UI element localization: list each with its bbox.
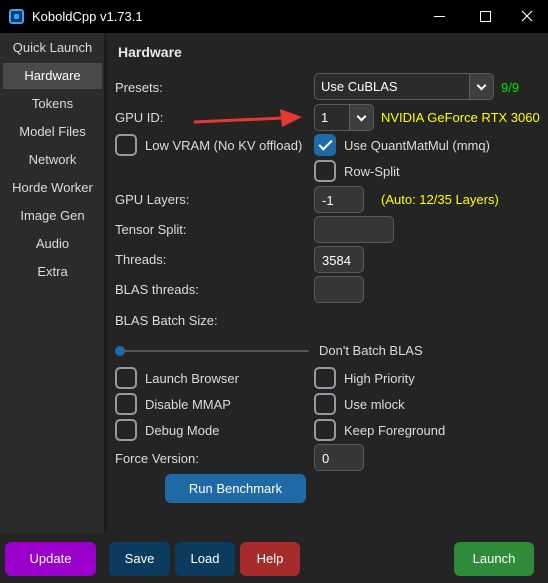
title-bar: KoboldCpp v1.73.1 [0, 0, 548, 33]
gpu-layers-value: -1 [322, 193, 334, 208]
maximize-icon [480, 11, 491, 22]
low-vram-checkbox[interactable] [115, 134, 137, 156]
save-button[interactable]: Save [109, 542, 170, 576]
sidebar-item-tokens[interactable]: Tokens [3, 91, 102, 117]
sidebar-item-quick-launch[interactable]: Quick Launch [3, 35, 102, 61]
low-vram-label: Low VRAM (No KV offload) [145, 138, 303, 153]
row-split-label: Row-Split [344, 164, 400, 179]
page-title: Hardware [118, 44, 182, 60]
sidebar-item-network[interactable]: Network [3, 147, 102, 173]
window-title: KoboldCpp v1.73.1 [32, 9, 143, 24]
use-mlock-label: Use mlock [344, 397, 405, 412]
keep-foreground-checkbox[interactable] [314, 419, 336, 441]
threads-value: 3584 [322, 253, 351, 268]
presets-count: 9/9 [501, 80, 520, 95]
sidebar-item-audio[interactable]: Audio [3, 231, 102, 257]
keep-foreground-label: Keep Foreground [344, 423, 446, 438]
checkmark-icon [318, 136, 333, 151]
gpu-layers-auto: (Auto: 12/35 Layers) [381, 192, 499, 207]
force-version-value: 0 [322, 451, 330, 466]
load-button[interactable]: Load [175, 542, 235, 576]
gpu-id-value: 1 [321, 110, 329, 125]
threads-input[interactable]: 3584 [314, 246, 364, 273]
chevron-down-icon [476, 80, 487, 91]
disable-mmap-checkbox[interactable] [115, 393, 137, 415]
close-button[interactable] [504, 0, 548, 33]
close-icon [521, 10, 533, 22]
blas-batch-value: Don't Batch BLAS [319, 343, 423, 358]
presets-dropdown[interactable]: Use CuBLAS [314, 73, 494, 100]
gpu-id-dropdown-button[interactable] [349, 105, 373, 130]
debug-mode-checkbox[interactable] [115, 419, 137, 441]
minimize-button[interactable] [417, 0, 463, 33]
run-benchmark-button[interactable]: Run Benchmark [165, 474, 306, 503]
gpu-name: NVIDIA GeForce RTX 3060 [381, 110, 540, 125]
use-mlock-checkbox[interactable] [314, 393, 336, 415]
blas-batch-slider-handle[interactable] [115, 346, 125, 356]
row-split-checkbox[interactable] [314, 160, 336, 182]
force-version-label: Force Version: [115, 451, 199, 466]
tensor-split-input[interactable] [314, 216, 394, 243]
quantmatmul-label: Use QuantMatMul (mmq) [344, 138, 490, 153]
chevron-down-icon [356, 111, 367, 122]
force-version-input[interactable]: 0 [314, 444, 364, 471]
blas-threads-input[interactable] [314, 276, 364, 303]
blas-threads-label: BLAS threads: [115, 282, 199, 297]
launch-button[interactable]: Launch [454, 542, 534, 576]
high-priority-label: High Priority [344, 371, 415, 386]
tensor-split-label: Tensor Split: [115, 222, 187, 237]
blas-batch-label: BLAS Batch Size: [115, 313, 218, 328]
launch-browser-checkbox[interactable] [115, 367, 137, 389]
disable-mmap-label: Disable MMAP [145, 397, 231, 412]
presets-value: Use CuBLAS [321, 79, 398, 94]
minimize-icon [434, 16, 445, 17]
gpu-id-label: GPU ID: [115, 110, 164, 125]
launch-browser-label: Launch Browser [145, 371, 239, 386]
sidebar-item-image-gen[interactable]: Image Gen [3, 203, 102, 229]
sidebar-item-extra[interactable]: Extra [3, 259, 102, 285]
sidebar-item-model-files[interactable]: Model Files [3, 119, 102, 145]
presets-dropdown-button[interactable] [469, 74, 493, 99]
annotation-arrow-icon [193, 109, 302, 127]
threads-label: Threads: [115, 252, 167, 267]
maximize-button[interactable] [463, 0, 509, 33]
blas-batch-slider[interactable] [118, 350, 309, 352]
high-priority-checkbox[interactable] [314, 367, 336, 389]
gpu-layers-label: GPU Layers: [115, 192, 190, 207]
sidebar-item-hardware[interactable]: Hardware [3, 63, 102, 89]
gpu-id-dropdown[interactable]: 1 [314, 104, 374, 131]
sidebar: Quick Launch Hardware Tokens Model Files… [0, 33, 104, 533]
presets-label: Presets: [115, 80, 163, 95]
update-button[interactable]: Update [5, 542, 96, 576]
hardware-panel: Hardware Presets: Use CuBLAS 9/9 GPU ID:… [107, 33, 548, 533]
help-button[interactable]: Help [240, 542, 300, 576]
gpu-layers-input[interactable]: -1 [314, 186, 364, 213]
debug-mode-label: Debug Mode [145, 423, 220, 438]
sidebar-item-horde-worker[interactable]: Horde Worker [3, 175, 102, 201]
quantmatmul-checkbox[interactable] [314, 134, 336, 156]
app-icon [9, 9, 24, 24]
